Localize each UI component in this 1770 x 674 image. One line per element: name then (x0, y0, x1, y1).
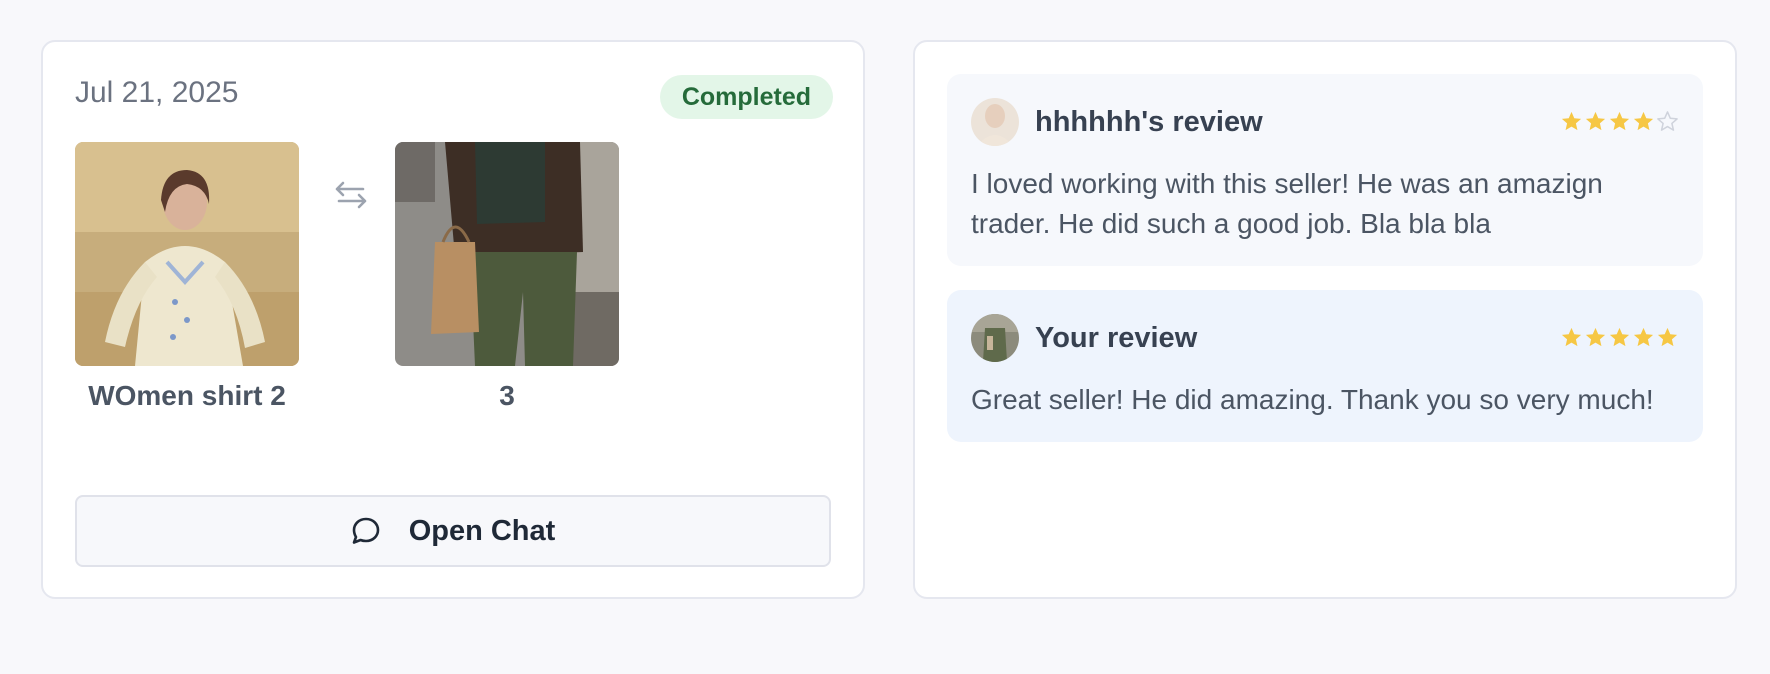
swap-arrows-icon (335, 181, 367, 209)
review-title: hhhhhh's review (1035, 105, 1263, 138)
trade-item-offered[interactable]: WOmen shirt 2 (75, 142, 299, 412)
star-filled-icon (1657, 327, 1678, 347)
item-label: 3 (499, 380, 515, 411)
star-filled-icon (1609, 111, 1630, 131)
trade-card: Jul 21, 2025 Completed WOmen shirt 2 3 O… (41, 40, 865, 599)
star-rating (1560, 326, 1679, 349)
review-text: I loved working with this seller! He was… (971, 168, 1603, 239)
item-image[interactable] (395, 142, 619, 366)
star-filled-icon (1561, 327, 1582, 347)
status-badge: Completed (659, 75, 833, 119)
star-empty-icon (1657, 111, 1678, 131)
star-filled-icon (1585, 327, 1606, 347)
review-from-partner: hhhhhh's review I loved working with thi… (947, 74, 1703, 266)
review-title: Your review (1035, 321, 1198, 354)
star-rating (1560, 110, 1679, 133)
trade-date: Jul 21, 2025 (75, 76, 239, 109)
star-filled-icon (1561, 111, 1582, 131)
star-filled-icon (1609, 327, 1630, 347)
open-chat-button[interactable]: Open Chat (75, 495, 831, 567)
reviews-card: hhhhhh's review I loved working with thi… (913, 40, 1737, 599)
trade-item-received[interactable]: 3 (395, 142, 619, 412)
user-avatar[interactable] (971, 98, 1019, 146)
item-label: WOmen shirt 2 (88, 380, 286, 411)
review-by-you: Your review Great seller! He did amazing… (947, 290, 1703, 442)
open-chat-label: Open Chat (408, 514, 556, 547)
star-filled-icon (1633, 327, 1654, 347)
chat-bubble-icon (352, 517, 379, 544)
your-avatar[interactable] (971, 314, 1019, 362)
star-filled-icon (1633, 111, 1654, 131)
item-image[interactable] (75, 142, 299, 366)
star-filled-icon (1585, 111, 1606, 131)
review-text: Great seller! He did amazing. Thank you … (971, 384, 1654, 415)
